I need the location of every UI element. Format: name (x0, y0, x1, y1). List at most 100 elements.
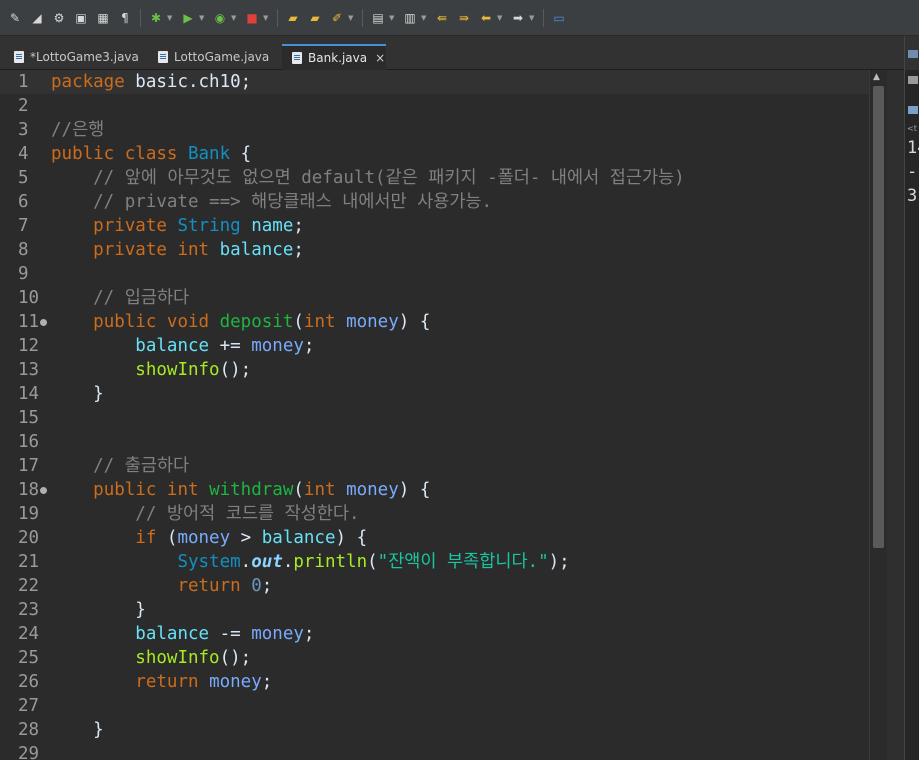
close-icon[interactable]: × (375, 51, 385, 65)
tab-lottogame3[interactable]: *LottoGame3.java (4, 44, 144, 70)
fold-toggle-icon[interactable] (40, 487, 47, 494)
properties-icon[interactable]: ✎ (7, 10, 23, 26)
toolbar-separator (543, 8, 544, 27)
code-text: //은행 (51, 118, 104, 142)
tab-label: *LottoGame3.java (30, 50, 139, 64)
code-token: // private ==> 해당클래스 내에서만 사용가능. (51, 192, 493, 212)
code-line[interactable]: 2 (0, 94, 887, 118)
code-line[interactable]: 6 // private ==> 해당클래스 내에서만 사용가능. (0, 190, 887, 214)
chevron-down-icon[interactable]: ▼ (497, 10, 504, 26)
code-token: deposit (219, 312, 294, 332)
code-line[interactable]: 14 } (0, 382, 887, 406)
code-text: return money; (51, 670, 272, 694)
left-arrow-icon[interactable]: ⬅ (478, 10, 494, 26)
code-text: } (51, 718, 104, 742)
panel-toolbar-icon[interactable] (908, 106, 918, 114)
right-arrow-icon[interactable]: ➡ (510, 10, 526, 26)
show-whitespace-icon[interactable]: ▦ (95, 10, 111, 26)
code-token: -= (209, 624, 252, 644)
code-line[interactable]: 1 package basic.ch10; (0, 70, 887, 94)
pen-icon[interactable]: ✐ (329, 10, 345, 26)
code-line[interactable]: 7 private String name; (0, 214, 887, 238)
code-line[interactable]: 19 // 방어적 코드를 작성한다. (0, 502, 887, 526)
code-token: ( (367, 552, 378, 572)
console-icon[interactable] (908, 50, 918, 58)
fold-toggle-icon[interactable] (40, 319, 47, 326)
code-token: (); (219, 360, 252, 380)
line-number: 29 (18, 744, 40, 760)
chevron-down-icon[interactable]: ▼ (529, 10, 536, 26)
code-token: money (177, 528, 231, 548)
code-line[interactable]: 26 return money; (0, 670, 887, 694)
code-token: ; (293, 240, 304, 260)
back-icon[interactable]: ⇚ (434, 10, 450, 26)
chevron-down-icon[interactable]: ▼ (421, 10, 428, 26)
code-line[interactable]: 11 public void deposit(int money) { (0, 310, 887, 334)
pilcrow-icon[interactable]: ¶ (117, 10, 133, 26)
code-line[interactable]: 27 (0, 694, 887, 718)
code-line[interactable]: 12 balance += money; (0, 334, 887, 358)
code-line[interactable]: 28 } (0, 718, 887, 742)
save-all-icon[interactable]: ▣ (73, 10, 89, 26)
code-line[interactable]: 3 //은행 (0, 118, 887, 142)
open-folder-icon[interactable]: ▰ (285, 10, 301, 26)
annotation-icon[interactable]: ▤ (370, 10, 386, 26)
code-token: ) { (398, 480, 431, 500)
code-token: ; (261, 576, 273, 596)
chevron-down-icon[interactable]: ▼ (231, 10, 238, 26)
editor-tab-bar: *LottoGame3.java LottoGame.java Bank.jav… (0, 36, 904, 70)
stop-icon[interactable]: ■ (244, 10, 260, 26)
chevron-down-icon[interactable]: ▼ (389, 10, 396, 26)
code-line[interactable]: 4 public class Bank { (0, 142, 887, 166)
open-type-icon[interactable]: ▰ (307, 10, 323, 26)
code-line[interactable]: 9 (0, 262, 887, 286)
settings-icon[interactable]: ⚙ (51, 10, 67, 26)
code-editor[interactable]: 1 package basic.ch10; 2 3//은행 4 public class … (0, 70, 887, 760)
code-line[interactable]: 25 showInfo(); (0, 646, 887, 670)
line-number: 27 (18, 696, 40, 716)
code-line[interactable]: 29 (0, 742, 887, 760)
line-number: 15 (18, 408, 40, 428)
code-line[interactable]: 17 // 출금하다 (0, 454, 887, 478)
code-line[interactable]: 5 // 앞에 아무것도 없으면 default(같은 패키지 -폴더- 내에서… (0, 166, 887, 190)
chevron-down-icon[interactable]: ▼ (263, 10, 270, 26)
panel-toolbar-icon[interactable] (908, 76, 918, 84)
code-text: } (51, 382, 104, 406)
code-line[interactable]: 16 (0, 430, 887, 454)
code-line[interactable]: 13 showInfo(); (0, 358, 887, 382)
line-number: 23 (18, 600, 40, 620)
code-token: int (303, 480, 336, 500)
code-line[interactable]: 24 balance -= money; (0, 622, 887, 646)
code-token: ( (156, 528, 178, 548)
editor-scrollbar[interactable]: ▲ (869, 70, 887, 760)
code-line[interactable]: 23 } (0, 598, 887, 622)
next-annotation-icon[interactable]: ▥ (402, 10, 418, 26)
console-tab[interactable] (905, 36, 919, 70)
code-line[interactable]: 21 System.out.println("잔액이 부족합니다."); (0, 550, 887, 574)
run-icon[interactable]: ▶ (180, 10, 196, 26)
line-number: 12 (18, 336, 40, 356)
line-number: 25 (18, 648, 40, 668)
run-last-icon[interactable]: ◉ (212, 10, 228, 26)
code-line[interactable]: 20 if (money > balance) { (0, 526, 887, 550)
toggle-mark-icon[interactable]: ◢ (29, 10, 45, 26)
line-number: 4 (18, 144, 29, 164)
chevron-down-icon[interactable]: ▼ (348, 10, 355, 26)
tab-bank[interactable]: Bank.java × (282, 44, 386, 70)
scrollbar-thumb[interactable] (873, 86, 884, 548)
tab-lottogame[interactable]: LottoGame.java (148, 44, 278, 70)
scroll-up-icon[interactable]: ▲ (873, 72, 880, 82)
code-line[interactable]: 10 // 입금하다 (0, 286, 887, 310)
debug-icon[interactable]: ✱ (148, 10, 164, 26)
code-line[interactable]: 22 return 0; (0, 574, 887, 598)
code-token: showInfo (135, 360, 220, 380)
chevron-down-icon[interactable]: ▼ (167, 10, 174, 26)
code-line[interactable]: 15 (0, 406, 887, 430)
code-line[interactable]: 18 public int withdraw(int money) { (0, 478, 887, 502)
code-line[interactable]: 8 private int balance; (0, 238, 887, 262)
new-window-icon[interactable]: ▭ (551, 10, 567, 26)
forward-icon[interactable]: ⇛ (456, 10, 472, 26)
line-number: 8 (18, 240, 29, 260)
chevron-down-icon[interactable]: ▼ (199, 10, 206, 26)
